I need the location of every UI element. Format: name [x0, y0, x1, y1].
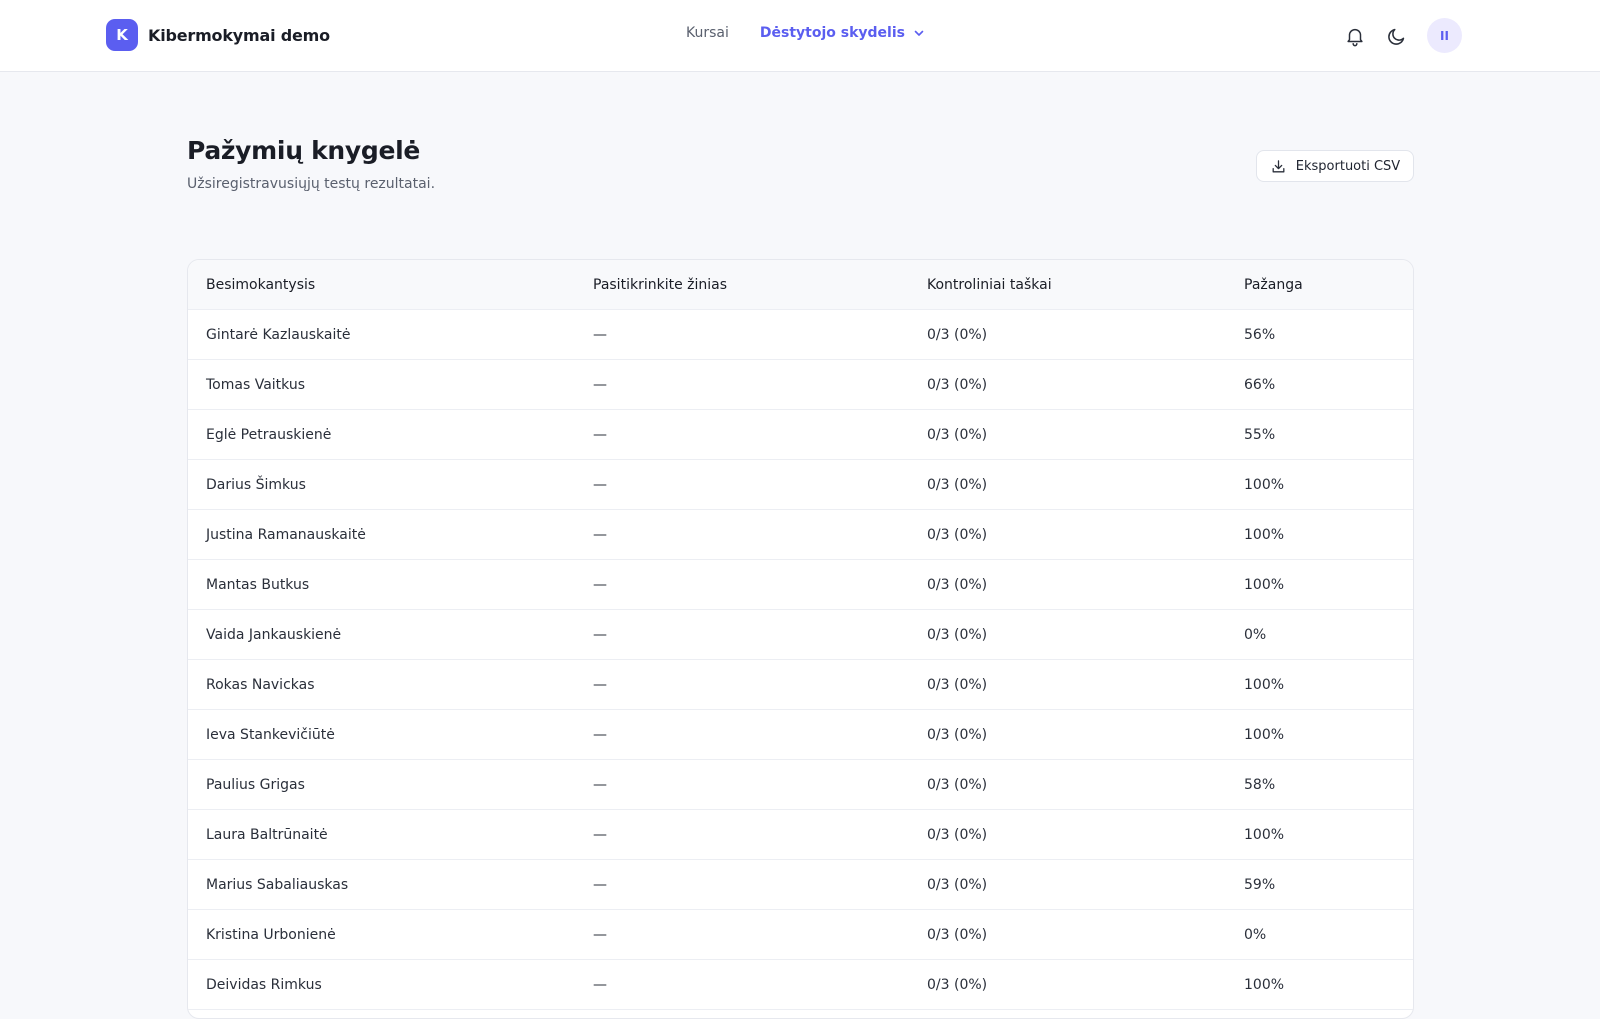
progress-value: 59%	[1244, 877, 1276, 893]
gradebook-table: Besimokantysis Pasitikrinkite žinias Kon…	[187, 259, 1414, 1019]
table-row[interactable]: Ieva Stankevičiūtė — 0/3 (0%) 100%	[188, 710, 1413, 760]
checkpoints-value: 0/3 (0%)	[927, 577, 988, 593]
moon-icon	[1388, 28, 1405, 45]
progress-value: 100%	[1244, 677, 1285, 693]
page-title: Pažymių knygelė	[187, 136, 421, 165]
progress-value: 0%	[1244, 627, 1267, 643]
table-row[interactable]: Eglė Petrauskienė — 0/3 (0%) 55%	[188, 410, 1413, 460]
top-navigation-bar: K Kibermokymai demo Kursai Dėstytojo sky…	[0, 0, 1600, 72]
table-row[interactable]: Marius Sabaliauskas — 0/3 (0%) 59%	[188, 860, 1413, 910]
checkpoints-value: 0/3 (0%)	[927, 777, 988, 793]
learner-name: Rokas Navickas	[206, 677, 315, 693]
nav-teacher-dashboard-label: Dėstytojo skydelis	[759, 25, 905, 41]
knowledge-check-value: —	[593, 677, 607, 693]
checkpoints-value: 0/3 (0%)	[927, 527, 988, 543]
table-row[interactable]: Rokas Navickas — 0/3 (0%) 100%	[188, 660, 1413, 710]
table-row[interactable]: Paulius Grigas — 0/3 (0%) 58%	[188, 760, 1413, 810]
learner-name: Eglė Petrauskienė	[206, 427, 332, 443]
checkpoints-value: 0/3 (0%)	[927, 977, 988, 993]
table-row[interactable]: Vaida Jankauskienė — 0/3 (0%) 0%	[188, 610, 1413, 660]
page-header: Pažymių knygelė Užsiregistravusiųjų test…	[187, 136, 435, 192]
table-row[interactable]: Justina Ramanauskaitė — 0/3 (0%) 100%	[188, 510, 1413, 560]
progress-value: 58%	[1244, 777, 1276, 793]
learner-name: Mantas Butkus	[206, 577, 310, 593]
knowledge-check-value: —	[593, 327, 607, 343]
knowledge-check-value: —	[593, 427, 607, 443]
checkpoints-value: 0/3 (0%)	[927, 327, 988, 343]
learner-name: Kristina Urbonienė	[206, 927, 336, 943]
progress-value: 100%	[1244, 477, 1285, 493]
user-avatar[interactable]: II	[1427, 18, 1462, 53]
knowledge-check-value: —	[593, 877, 607, 893]
table-row[interactable]: Tomas Vaitkus — 0/3 (0%) 66%	[188, 360, 1413, 410]
column-header-knowledge-check[interactable]: Pasitikrinkite žinias	[593, 260, 727, 310]
table-row[interactable]: Kristina Urbonienė — 0/3 (0%) 0%	[188, 910, 1413, 960]
learner-name: Laura Baltrūnaitė	[206, 827, 328, 843]
checkpoints-value: 0/3 (0%)	[927, 827, 988, 843]
table-row[interactable]: Darius Šimkus — 0/3 (0%) 100%	[188, 460, 1413, 510]
checkpoints-value: 0/3 (0%)	[927, 627, 988, 643]
knowledge-check-value: —	[593, 627, 607, 643]
nav-courses-link[interactable]: Kursai	[686, 25, 729, 41]
export-csv-button[interactable]: Eksportuoti CSV	[1256, 150, 1414, 182]
knowledge-check-value: —	[593, 927, 607, 943]
progress-value: 0%	[1244, 927, 1267, 943]
top-actions: II	[1343, 18, 1462, 53]
learner-name: Marius Sabaliauskas	[206, 877, 349, 893]
knowledge-check-value: —	[593, 377, 607, 393]
learner-name: Tomas Vaitkus	[206, 377, 305, 393]
progress-value: 55%	[1244, 427, 1276, 443]
knowledge-check-value: —	[593, 477, 607, 493]
column-header-learner[interactable]: Besimokantysis	[206, 260, 315, 310]
table-row[interactable]: Mantas Butkus — 0/3 (0%) 100%	[188, 560, 1413, 610]
progress-value: 100%	[1244, 527, 1285, 543]
knowledge-check-value: —	[593, 977, 607, 993]
learner-name: Justina Ramanauskaitė	[206, 527, 366, 543]
knowledge-check-value: —	[593, 527, 607, 543]
checkpoints-value: 0/3 (0%)	[927, 677, 988, 693]
column-header-progress[interactable]: Pažanga	[1244, 260, 1303, 310]
progress-value: 100%	[1244, 827, 1285, 843]
download-icon	[1272, 159, 1285, 172]
progress-value: 100%	[1244, 577, 1285, 593]
brand-logo: K	[106, 19, 138, 51]
page-subtitle: Užsiregistravusiųjų testų rezultatai.	[187, 176, 436, 192]
learner-name: Paulius Grigas	[206, 777, 305, 793]
chevron-down-icon	[914, 30, 924, 36]
bell-icon	[1347, 28, 1363, 46]
theme-toggle-button[interactable]	[1385, 24, 1409, 48]
table-row[interactable]: Deividas Rimkus — 0/3 (0%) 100%	[188, 960, 1413, 1010]
knowledge-check-value: —	[593, 727, 607, 743]
column-header-checkpoints[interactable]: Kontroliniai taškai	[927, 260, 1052, 310]
checkpoints-value: 0/3 (0%)	[927, 727, 988, 743]
progress-value: 100%	[1244, 977, 1285, 993]
nav-teacher-dashboard-dropdown[interactable]: Dėstytojo skydelis	[760, 25, 925, 41]
checkpoints-value: 0/3 (0%)	[927, 927, 988, 943]
progress-value: 100%	[1244, 727, 1285, 743]
knowledge-check-value: —	[593, 777, 607, 793]
brand-name: Kibermokymai demo	[148, 25, 330, 45]
checkpoints-value: 0/3 (0%)	[927, 477, 988, 493]
export-csv-label: Eksportuoti CSV	[1295, 158, 1401, 174]
progress-value: 56%	[1244, 327, 1276, 343]
learner-name: Vaida Jankauskienė	[206, 627, 342, 643]
table-row[interactable]: Laura Baltrūnaitė — 0/3 (0%) 100%	[188, 810, 1413, 860]
checkpoints-value: 0/3 (0%)	[927, 377, 988, 393]
learner-name: Darius Šimkus	[206, 477, 306, 493]
table-header-row: Besimokantysis Pasitikrinkite žinias Kon…	[188, 260, 1413, 310]
learner-name: Deividas Rimkus	[206, 977, 322, 993]
notifications-button[interactable]	[1343, 24, 1367, 48]
checkpoints-value: 0/3 (0%)	[927, 427, 988, 443]
progress-value: 66%	[1244, 377, 1276, 393]
main-nav: Kursai Dėstytojo skydelis	[686, 25, 925, 41]
table-row[interactable]: Gintarė Kazlauskaitė — 0/3 (0%) 56%	[188, 310, 1413, 360]
learner-name: Gintarė Kazlauskaitė	[206, 327, 351, 343]
learner-name: Ieva Stankevičiūtė	[206, 727, 335, 743]
checkpoints-value: 0/3 (0%)	[927, 877, 988, 893]
knowledge-check-value: —	[593, 577, 607, 593]
brand-link[interactable]: K Kibermokymai demo	[106, 19, 330, 51]
knowledge-check-value: —	[593, 827, 607, 843]
